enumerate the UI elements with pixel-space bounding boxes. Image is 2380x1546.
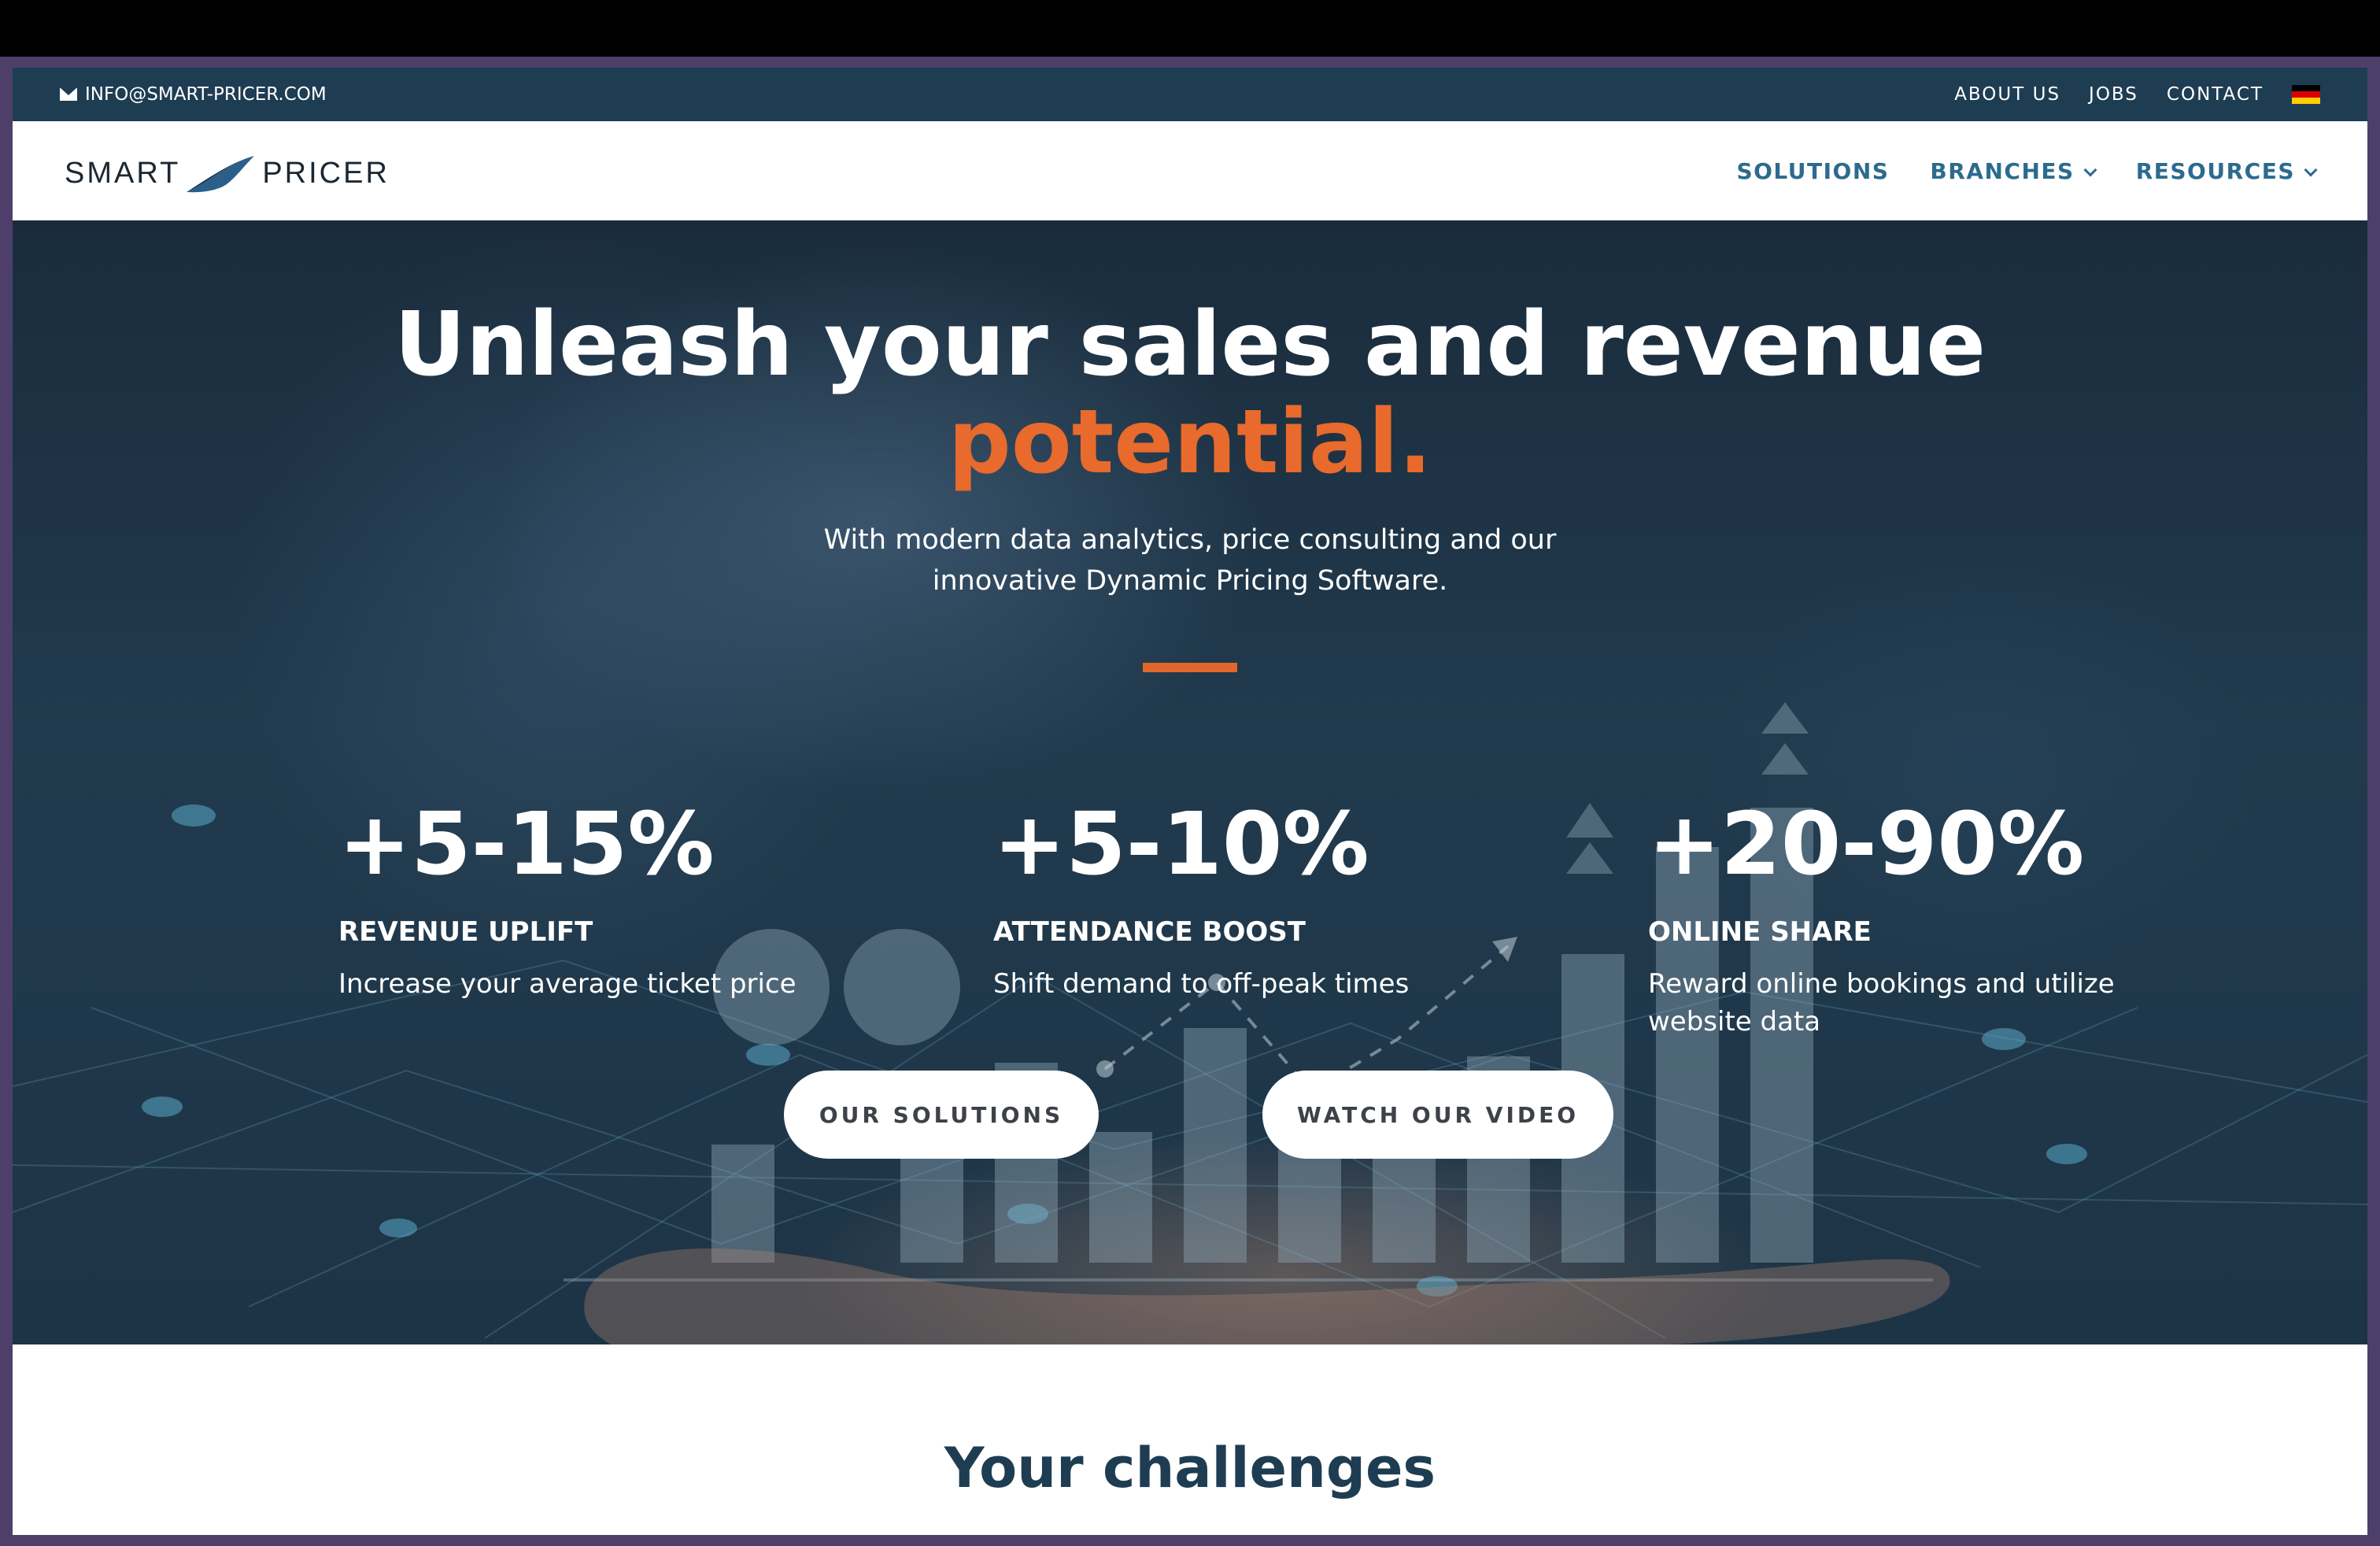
top-links: ABOUT US JOBS CONTACT (1954, 68, 2320, 121)
main-nav: SMART PRICER SOLUTIONS BRANCHES RESOURCE… (13, 121, 2367, 220)
headline-line: Unleash your sales and revenue (394, 294, 1986, 396)
logo-text-smart: SMART (65, 156, 181, 190)
logo-swoosh-icon (187, 156, 255, 193)
page-viewport: INFO@SMART-PRICER.COM ABOUT US JOBS CONT… (13, 68, 2367, 1535)
stat-desc: Shift demand to off-peak times (993, 968, 1410, 1000)
headline-accent: potential. (948, 391, 1432, 494)
stat-value: +5-10% (993, 793, 1369, 894)
stat-label: ONLINE SHARE (1648, 916, 1872, 948)
email-text: INFO@SMART-PRICER.COM (85, 84, 327, 105)
jobs-link[interactable]: JOBS (2089, 84, 2138, 105)
stat-label: ATTENDANCE BOOST (993, 916, 1306, 948)
stat-desc: Increase your average ticket price (338, 968, 796, 1000)
stat-attendance: +5-10% ATTENDANCE BOOST Shift demand to … (993, 789, 1465, 1003)
hero-section: Unleash your sales and revenue potential… (13, 220, 2367, 1344)
top-bar: INFO@SMART-PRICER.COM ABOUT US JOBS CONT… (13, 68, 2367, 121)
logo[interactable]: SMART PRICER (65, 151, 390, 195)
nav-item-label: SOLUTIONS (1736, 157, 1890, 184)
hero-subline: With modern data analytics, price consul… (823, 524, 1557, 597)
nav-item-branches[interactable]: BRANCHES (1930, 157, 2097, 184)
nav-item-resources[interactable]: RESOURCES (2135, 157, 2318, 184)
stat-desc: Reward online bookings and utilize websi… (1648, 968, 2115, 1037)
about-us-link[interactable]: ABOUT US (1954, 84, 2060, 105)
challenges-section: Your challenges (13, 1344, 2367, 1535)
email-link[interactable]: INFO@SMART-PRICER.COM (60, 68, 327, 121)
stat-online: +20-90% ONLINE SHARE Reward online booki… (1648, 789, 2136, 1041)
stat-value: +5-15% (338, 793, 715, 894)
nav-item-label: RESOURCES (2135, 157, 2295, 184)
stat-label: REVENUE UPLIFT (338, 916, 593, 948)
contact-link[interactable]: CONTACT (2167, 84, 2264, 105)
german-flag-icon[interactable] (2292, 85, 2320, 104)
mail-icon (60, 88, 77, 101)
stat-revenue: +5-15% REVENUE UPLIFT Increase your aver… (338, 789, 811, 1003)
browser-frame: INFO@SMART-PRICER.COM ABOUT US JOBS CONT… (0, 57, 2380, 1546)
section-title: Your challenges (944, 1436, 1436, 1500)
chevron-down-icon (2304, 163, 2318, 176)
our-solutions-button[interactable]: OUR SOLUTIONS (784, 1071, 1099, 1159)
logo-text-pricer: PRICER (262, 156, 390, 190)
watch-video-button[interactable]: WATCH OUR VIDEO (1262, 1071, 1613, 1159)
accent-divider (1143, 663, 1237, 672)
nav-item-label: BRANCHES (1930, 157, 2075, 184)
hero-headline: Unleash your sales and revenue potential… (13, 296, 2367, 491)
nav-item-solutions[interactable]: SOLUTIONS (1736, 158, 1889, 184)
nav-menu: SOLUTIONS BRANCHES RESOURCES (1736, 121, 2318, 220)
chevron-down-icon (2083, 163, 2097, 176)
stat-value: +20-90% (1648, 793, 2085, 894)
